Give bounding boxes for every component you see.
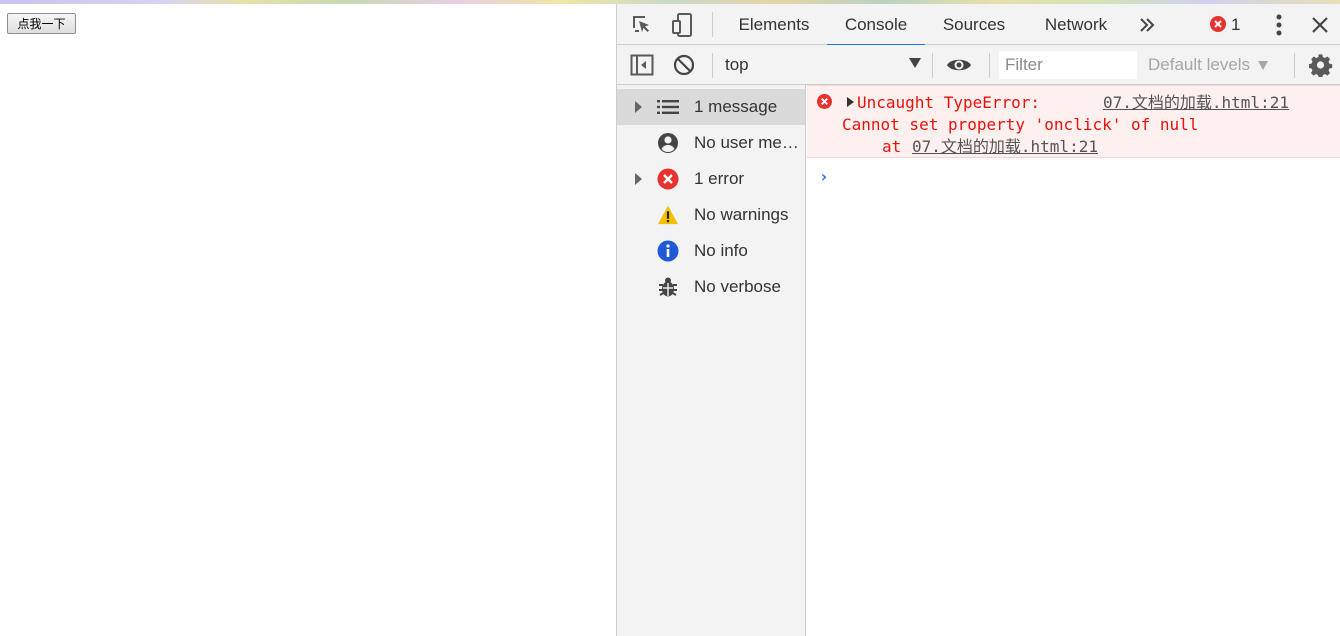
sidebar-item-verbose[interactable]: No verbose xyxy=(617,269,805,305)
toolbar-separator xyxy=(1294,53,1295,78)
tab-sources[interactable]: Sources xyxy=(929,4,1019,45)
tabbar-separator xyxy=(712,12,713,37)
info-icon xyxy=(657,240,679,262)
toolbar-separator xyxy=(932,53,933,78)
console-sidebar: 1 message No user messages 1 error xyxy=(617,85,806,636)
clear-console-icon[interactable] xyxy=(673,54,695,76)
sidebar-item-label: No warnings xyxy=(694,205,789,224)
tab-console[interactable]: Console xyxy=(827,4,925,46)
user-icon xyxy=(657,132,679,154)
error-source-link[interactable]: 07.文档的加载.html:21 xyxy=(1103,92,1289,114)
context-selector[interactable]: top xyxy=(717,49,925,81)
tab-elements[interactable]: Elements xyxy=(725,4,823,45)
error-stack-prefix: at xyxy=(882,137,911,156)
tab-network[interactable]: Network xyxy=(1027,4,1125,45)
context-label: top xyxy=(725,55,749,74)
warning-icon xyxy=(657,204,679,226)
error-title: Uncaught TypeError: xyxy=(857,93,1041,112)
sidebar-item-warnings[interactable]: No warnings xyxy=(617,197,805,233)
kebab-menu-icon[interactable] xyxy=(1269,13,1289,37)
error-stack-link[interactable]: 07.文档的加载.html:21 xyxy=(912,136,1098,158)
log-levels-dropdown[interactable]: Default levels xyxy=(1148,49,1288,81)
toolbar-separator xyxy=(712,53,713,78)
click-me-button[interactable]: 点我一下 xyxy=(7,13,76,34)
toolbar-separator xyxy=(989,53,990,78)
close-devtools-icon[interactable] xyxy=(1309,14,1331,36)
list-icon xyxy=(657,96,679,118)
console-output: Uncaught TypeError: 07.文档的加载.html:21 Can… xyxy=(807,85,1340,636)
sidebar-item-info[interactable]: No info xyxy=(617,233,805,269)
context-dropdown-arrow-icon xyxy=(909,58,921,68)
expand-triangle-icon[interactable] xyxy=(635,101,642,113)
devtools-panel: Elements Console Sources Network 1 top F… xyxy=(616,4,1340,636)
error-icon xyxy=(817,94,832,113)
inspect-element-icon[interactable] xyxy=(629,13,655,37)
sidebar-item-messages[interactable]: 1 message xyxy=(617,89,805,125)
page-viewport: 点我一下 xyxy=(0,4,616,636)
bug-icon xyxy=(657,276,679,298)
sidebar-item-errors[interactable]: 1 error xyxy=(617,161,805,197)
device-toolbar-icon[interactable] xyxy=(669,12,695,38)
console-settings-gear-icon[interactable] xyxy=(1309,53,1333,77)
error-message-text: Cannot set property 'onclick' of null xyxy=(842,115,1199,134)
expand-triangle-icon[interactable] xyxy=(635,173,642,185)
expand-error-triangle-icon[interactable] xyxy=(847,97,854,107)
error-count-icon[interactable] xyxy=(1209,15,1227,33)
sidebar-item-label: 1 message xyxy=(694,97,778,116)
live-expression-eye-icon[interactable] xyxy=(945,53,973,77)
error-count[interactable]: 1 xyxy=(1231,4,1240,45)
console-prompt-chevron-icon[interactable]: › xyxy=(819,167,829,186)
sidebar-item-label: No verbose xyxy=(694,277,781,296)
show-sidebar-icon[interactable] xyxy=(630,53,654,77)
levels-dropdown-arrow-icon xyxy=(1258,60,1269,70)
sidebar-item-user-messages[interactable]: No user messages xyxy=(617,125,805,161)
sidebar-item-label: No user messages xyxy=(694,133,804,152)
log-levels-label: Default levels xyxy=(1148,55,1251,74)
filter-input[interactable] xyxy=(999,51,1137,79)
console-toolbar: top Default levels xyxy=(617,45,1340,85)
error-icon xyxy=(657,168,679,190)
sidebar-item-label: No info xyxy=(694,241,748,260)
devtools-tabbar: Elements Console Sources Network 1 xyxy=(617,4,1340,46)
more-tabs-chevron-icon[interactable] xyxy=(1136,14,1158,36)
sidebar-item-label: 1 error xyxy=(694,169,745,188)
console-error-message[interactable]: Uncaught TypeError: 07.文档的加载.html:21 Can… xyxy=(807,85,1340,158)
